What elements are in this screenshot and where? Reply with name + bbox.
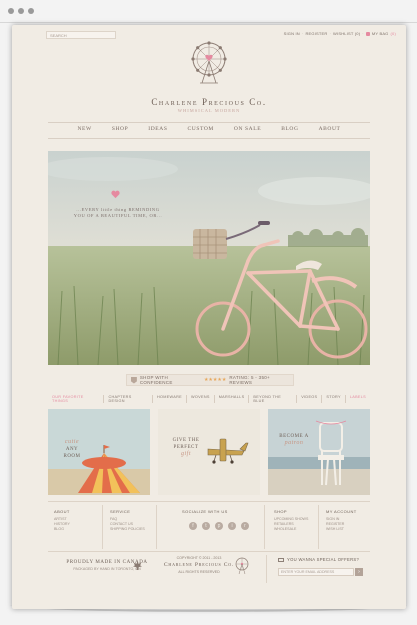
subscribe-button[interactable]: › bbox=[355, 568, 363, 576]
nav-item-about[interactable]: ABOUT bbox=[309, 126, 351, 132]
account-links: SIGN IN · REGISTER · WISHLIST (0) · MY B… bbox=[284, 31, 396, 36]
subnav-item[interactable]: STORY bbox=[322, 395, 346, 403]
newsletter-email-input[interactable]: ENTER YOUR EMAIL ADDRESS › bbox=[278, 568, 363, 576]
search-input[interactable]: SEARCH bbox=[46, 31, 116, 39]
tile-gift-caption: GIVE THE PERFECT gift bbox=[172, 438, 200, 457]
subnav-item[interactable]: LABELS bbox=[346, 395, 370, 403]
footer-link[interactable]: BLOG bbox=[54, 527, 70, 532]
footer-divider bbox=[318, 505, 319, 549]
special-offers: YOU WANNA SPECIAL OFFERS? ENTER YOUR EMA… bbox=[278, 557, 370, 576]
nav-item-on-sale[interactable]: ON SALE bbox=[224, 126, 271, 132]
instagram-icon[interactable]: i bbox=[228, 522, 236, 530]
hero-tagline: ...EVERY little thing REMINDING YOU OF A… bbox=[73, 207, 163, 218]
footer-about-links: ARTIST HISTORY BLOG bbox=[54, 517, 70, 533]
nav-rule-bottom bbox=[48, 138, 370, 139]
ferris-wheel-icon bbox=[235, 557, 249, 575]
footer-link[interactable]: SHIPPING POLICIES bbox=[110, 527, 145, 532]
rating-stars: ★★★★★ bbox=[203, 377, 227, 383]
window-dot-icon[interactable] bbox=[18, 8, 24, 14]
footer-rule-middle bbox=[48, 551, 370, 552]
divider: · bbox=[329, 31, 332, 36]
footer-account-title: MY ACCOUNT bbox=[326, 509, 357, 514]
subnav-item[interactable]: VIDEOS bbox=[297, 395, 323, 403]
tile-gift[interactable]: GIVE THE PERFECT gift bbox=[158, 409, 260, 495]
beach-chair-image bbox=[268, 409, 370, 495]
subnav-item[interactable]: CHAPTERS DESIGN bbox=[104, 395, 153, 403]
wishlist-link[interactable]: WISHLIST (0) bbox=[333, 31, 360, 36]
heart-icon bbox=[111, 190, 120, 199]
tile-patron[interactable]: BECOME A patron bbox=[268, 409, 370, 495]
nav-item-custom[interactable]: CUSTOM bbox=[177, 126, 223, 132]
divider: · bbox=[301, 31, 304, 36]
footer-divider bbox=[156, 505, 157, 549]
category-subnav: OUR FAVORITE THINGS CHAPTERS DESIGN HOME… bbox=[48, 395, 370, 403]
cart-count: (0) bbox=[390, 31, 396, 36]
footer-shop-links: UPCOMING SHOWS RETAILERS WHOLESALE bbox=[274, 517, 308, 533]
nav-item-ideas[interactable]: IDEAS bbox=[138, 126, 177, 132]
badge-icon bbox=[131, 376, 137, 384]
envelope-icon bbox=[278, 557, 284, 562]
rating-text: RATING: 5 - 350+ REVIEWS bbox=[229, 375, 270, 385]
maple-leaf-icon bbox=[133, 561, 142, 570]
window-controls bbox=[8, 8, 34, 14]
register-link[interactable]: REGISTER bbox=[305, 31, 327, 36]
main-nav: NEW SHOP IDEAS CUSTOM ON SALE BLOG ABOUT bbox=[12, 126, 406, 132]
footer-shop-title: SHOP bbox=[274, 509, 287, 514]
subnav-item[interactable]: WOVENS bbox=[187, 395, 215, 403]
window-dot-icon[interactable] bbox=[28, 8, 34, 14]
footer-divider bbox=[266, 555, 267, 583]
ferris-wheel-logo-icon[interactable] bbox=[188, 39, 230, 87]
footer-account-links: SIGN IN REGISTER WISH LIST bbox=[326, 517, 344, 533]
bag-icon[interactable] bbox=[365, 31, 370, 36]
footer-service-title: SERVICE bbox=[110, 509, 131, 514]
subnav-item[interactable]: BEYOND THE BLUE bbox=[249, 395, 298, 403]
tile-circus[interactable]: cutie ANY ROOM bbox=[48, 409, 150, 495]
divider: · bbox=[362, 31, 364, 36]
confidence-label: SHOP WITH CONFIDENCE bbox=[139, 375, 173, 385]
nav-item-blog[interactable]: BLOG bbox=[271, 126, 308, 132]
footer-rule-top bbox=[48, 501, 370, 502]
brand-name[interactable]: Charlene Precious Co. bbox=[12, 97, 406, 107]
rss-icon[interactable]: r bbox=[241, 522, 249, 530]
offers-title: YOU WANNA SPECIAL OFFERS? bbox=[287, 557, 360, 562]
copyright-block: COPYRIGHT © 2011 - 2013 Charlene Preciou… bbox=[163, 556, 235, 574]
twitter-icon[interactable]: t bbox=[202, 522, 210, 530]
browser-frame: SEARCH SIGN IN · REGISTER · WISHLIST (0)… bbox=[0, 0, 417, 625]
pinterest-icon[interactable]: p bbox=[215, 522, 223, 530]
footer-link[interactable]: WHOLESALE bbox=[274, 527, 308, 532]
window-dot-icon[interactable] bbox=[8, 8, 14, 14]
web-page: SEARCH SIGN IN · REGISTER · WISHLIST (0)… bbox=[12, 25, 406, 609]
socialize-title: SOCIALIZE WITH US bbox=[182, 509, 228, 514]
shop-confidence-strip[interactable]: SHOP WITH CONFIDENCE ★★★★★ RATING: 5 - 3… bbox=[126, 374, 294, 386]
footer-divider bbox=[102, 505, 103, 549]
nav-item-new[interactable]: NEW bbox=[67, 126, 101, 132]
tile-circus-caption: cutie ANY ROOM bbox=[63, 439, 81, 459]
brand-tagline: WHIMSICAL MODERN bbox=[177, 108, 241, 113]
footer-divider bbox=[264, 505, 265, 549]
sign-in-link[interactable]: SIGN IN bbox=[284, 31, 300, 36]
nav-rule-top bbox=[48, 122, 370, 123]
subnav-item[interactable]: OUR FAVORITE THINGS bbox=[48, 395, 105, 403]
footer-link[interactable]: WISH LIST bbox=[326, 527, 344, 532]
toolbar-divider bbox=[0, 22, 417, 23]
footer-about-title: ABOUT bbox=[54, 509, 70, 514]
hero-banner[interactable]: ...EVERY little thing REMINDING YOU OF A… bbox=[48, 151, 370, 365]
footer-service-links: FAQ CONTACT US SHIPPING POLICIES bbox=[110, 517, 145, 533]
made-in-canada: PROUDLY MADE IN CANADA PACKAGED BY HAND … bbox=[66, 560, 148, 571]
subnav-item[interactable]: MARSHALLS bbox=[215, 395, 250, 403]
tile-patron-caption: BECOME A patron bbox=[279, 434, 309, 446]
subnav-item[interactable]: HOMEWARE bbox=[153, 395, 188, 403]
cart-link[interactable]: MY BAG bbox=[372, 31, 389, 36]
bicycle-field-image bbox=[48, 151, 370, 365]
facebook-icon[interactable]: f bbox=[189, 522, 197, 530]
nav-item-shop[interactable]: SHOP bbox=[102, 126, 138, 132]
social-icons: f t p i r bbox=[189, 522, 249, 530]
